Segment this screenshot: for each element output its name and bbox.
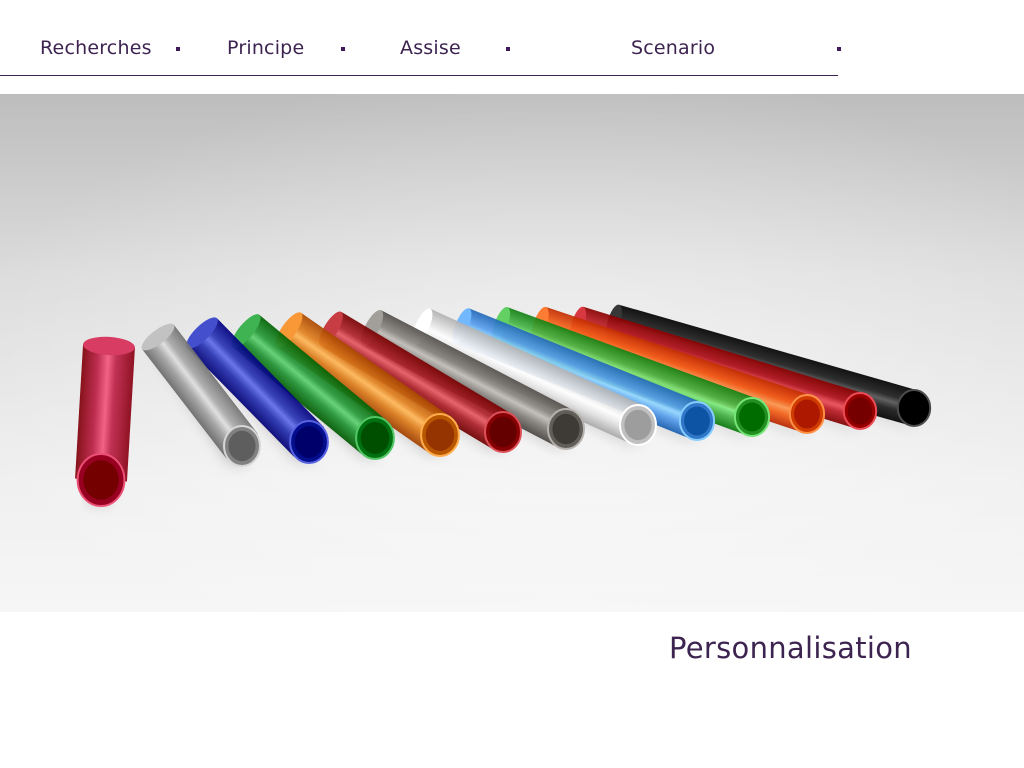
hero-image-colored-tubes — [0, 94, 1024, 612]
nav-underline — [0, 75, 838, 76]
nav-scenario[interactable]: Scenario — [631, 36, 715, 60]
tubes-render — [0, 94, 1024, 612]
nav-separator-dot — [837, 47, 841, 51]
nav-principe[interactable]: Principe — [227, 36, 304, 60]
tube-red-translucent — [75, 336, 135, 507]
nav-separator-dot — [176, 47, 180, 51]
nav-assise[interactable]: Assise — [400, 36, 461, 60]
top-navigation: Recherches Principe Assise Scenario — [0, 0, 1024, 80]
nav-recherches[interactable]: Recherches — [40, 36, 152, 60]
nav-separator-dot — [341, 47, 345, 51]
nav-separator-dot — [506, 47, 510, 51]
section-title-personnalisation: Personnalisation — [669, 631, 912, 665]
